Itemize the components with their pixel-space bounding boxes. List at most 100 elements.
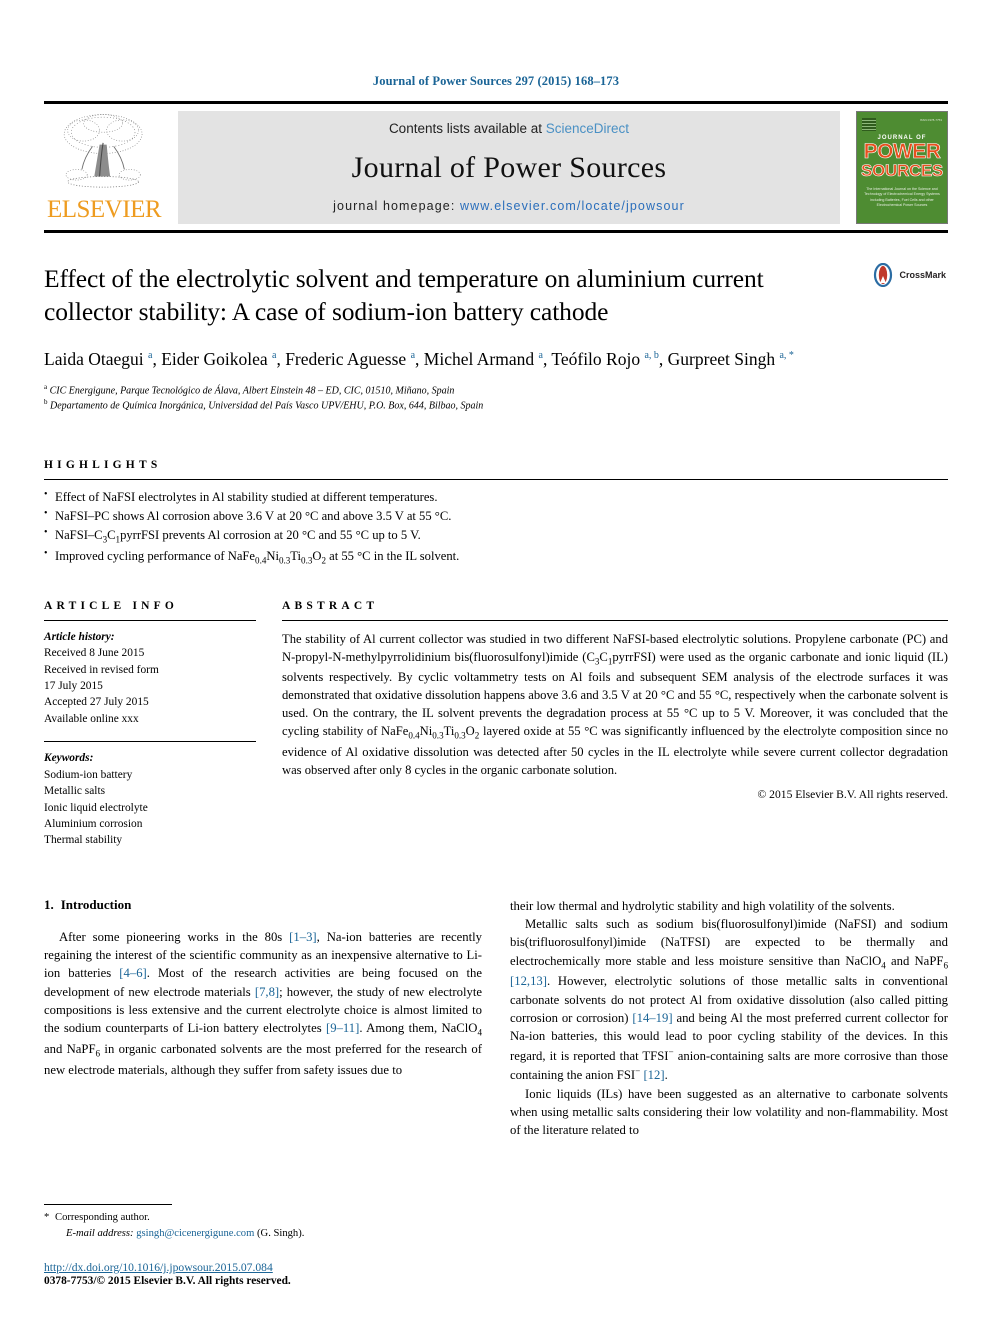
- article-history-item: Accepted 27 July 2015: [44, 696, 149, 709]
- contents-lists-line: Contents lists available at ScienceDirec…: [389, 121, 629, 136]
- intro-paragraph-1: After some pioneering works in the 80s […: [44, 929, 483, 1077]
- article-info-divider-mid: [44, 741, 256, 743]
- article-info-heading: ARTICLE INFO: [44, 599, 179, 612]
- highlights-heading: HIGHLIGHTS: [44, 458, 162, 471]
- article-info-divider-top: [44, 619, 256, 621]
- abstract-divider: [282, 619, 948, 621]
- sciencedirect-link[interactable]: ScienceDirect: [546, 121, 629, 136]
- corresponding-author-label: Corresponding author.: [55, 1212, 150, 1224]
- abstract-heading: ABSTRACT: [282, 599, 379, 612]
- highlights-section: HIGHLIGHTS Effect of NaFSI electrolytes …: [44, 459, 948, 568]
- elsevier-logo: ELSEVIER: [44, 111, 164, 224]
- journal-homepage-url[interactable]: www.elsevier.com/locate/jpowsour: [460, 199, 685, 213]
- section-number: 1.: [44, 896, 54, 912]
- email-owner: (G. Singh).: [257, 1227, 305, 1239]
- email-label: E-mail address:: [66, 1227, 134, 1239]
- running-head: Journal of Power Sources 297 (2015) 168–…: [372, 74, 620, 88]
- author-affiliation-marker: a: [538, 350, 543, 362]
- keyword-item: Aluminium corrosion: [44, 818, 143, 830]
- title-block: Effect of the electrolytic solvent and t…: [44, 263, 948, 413]
- crossmark-badge[interactable]: CrossMark: [871, 263, 946, 287]
- copyright-line: © 2015 Elsevier B.V. All rights reserved…: [757, 787, 948, 801]
- masthead-center: Contents lists available at ScienceDirec…: [178, 111, 840, 224]
- affiliation: b Departamento de Química Inorgánica, Un…: [44, 397, 484, 412]
- abstract-column: ABSTRACT The stability of Al current col…: [282, 600, 948, 849]
- doi-link[interactable]: http://dx.doi.org/10.1016/j.jpowsour.201…: [44, 1261, 482, 1274]
- abstract-text: The stability of Al current collector wa…: [282, 631, 948, 777]
- body-column-right: their low thermal and hydrolytic stabili…: [510, 897, 948, 1183]
- footnote-area: * Corresponding author. E-mail address: …: [44, 1204, 482, 1287]
- corresponding-author-line: * Corresponding author.: [44, 1210, 482, 1225]
- section-title: Introduction: [60, 896, 132, 912]
- author: Gurpreet Singh a, *: [667, 349, 794, 370]
- article-history-item: Received 8 June 2015: [44, 647, 145, 660]
- author: Eider Goikolea a: [161, 349, 277, 370]
- highlight-item: NaFSI–C3C1pyrrFSI prevents Al corrosion …: [44, 525, 948, 547]
- introduction-heading: 1. Introduction: [44, 897, 482, 913]
- author-affiliation-marker: a: [271, 350, 277, 362]
- intro-paragraph-3: Ionic liquids (ILs) have been suggested …: [510, 1086, 948, 1138]
- article-history-item: 17 July 2015: [44, 680, 103, 693]
- journal-title: Journal of Power Sources: [351, 150, 667, 184]
- author: Laida Otaegui a: [44, 349, 153, 370]
- intro-paragraph-1-continued: their low thermal and hydrolytic stabili…: [510, 898, 895, 913]
- keyword-item: Thermal stability: [44, 834, 123, 847]
- cover-issn-text: ISSN 0378-7753: [919, 118, 942, 122]
- cover-power-label: POWER: [863, 140, 941, 163]
- article-page: Journal of Power Sources 297 (2015) 168–…: [0, 0, 992, 1323]
- author-affiliation-marker: a: [410, 350, 416, 362]
- affiliation-marker: a: [44, 383, 48, 392]
- cover-sources-label: SOURCES: [861, 160, 944, 180]
- elsevier-wordmark: ELSEVIER: [46, 196, 162, 223]
- affiliation: a CIC Energigune, Parque Tecnológico de …: [44, 383, 455, 397]
- article-history-block: Article history: Received 8 June 2015 Rec…: [44, 629, 256, 728]
- highlights-list: Effect of NaFSI electrolytes in Al stabi…: [44, 487, 948, 568]
- article-history-label: Article history:: [44, 630, 115, 643]
- highlights-divider: [44, 478, 948, 480]
- corresponding-author-marker: *: [44, 1212, 50, 1224]
- highlight-item: Effect of NaFSI electrolytes in Al stabi…: [44, 487, 948, 507]
- affiliation-list: a CIC Energigune, Parque Tecnológico de …: [44, 383, 948, 413]
- cover-top-row: ISSN 0378-7753: [857, 118, 947, 131]
- highlight-item: Improved cycling performance of NaFe0.4N…: [44, 546, 948, 568]
- email-line: E-mail address: gsingh@cicenergigune.com…: [44, 1226, 482, 1241]
- article-info-column: ARTICLE INFO Article history: Received 8…: [44, 600, 256, 849]
- cover-subtitle: The International Journal on the Science…: [864, 186, 940, 208]
- doi-block: http://dx.doi.org/10.1016/j.jpowsour.201…: [44, 1261, 482, 1287]
- author: Frederic Aguesse a: [285, 349, 416, 370]
- author: Teófilo Rojo a, b: [551, 349, 659, 370]
- author-affiliation-marker: a, b: [644, 350, 659, 362]
- email-link[interactable]: gsingh@cicenergigune.com: [136, 1228, 254, 1239]
- article-history-lines: Received 8 June 2015 Received in revised …: [44, 645, 256, 727]
- keyword-item: Sodium-ion battery: [44, 768, 133, 781]
- cover-elsevier-mark-icon: [862, 118, 876, 131]
- keywords-block: Keywords: Sodium-ion battery Metallic sal…: [44, 750, 256, 849]
- article-history-item: Available online xxx: [44, 712, 139, 725]
- crossmark-icon: [874, 263, 893, 287]
- crossmark-label: CrossMark: [899, 270, 946, 280]
- journal-homepage-line: journal homepage: www.elsevier.com/locat…: [333, 199, 685, 213]
- keyword-item: Metallic salts: [44, 785, 106, 798]
- journal-masthead: ELSEVIER Contents lists available at Sci…: [44, 101, 948, 233]
- body-columns: 1. Introduction After some pioneering wor…: [44, 897, 948, 1183]
- keyword-item: Ionic liquid electrolyte: [44, 801, 148, 814]
- intro-paragraph-2: Metallic salts such as sodium bis(fluoro…: [510, 917, 948, 1083]
- author-affiliation-marker: a, *: [779, 350, 794, 362]
- affiliation-marker: b: [44, 397, 48, 406]
- body-column-left: 1. Introduction After some pioneering wor…: [44, 897, 482, 1183]
- elsevier-tree-icon: [63, 114, 143, 188]
- keywords-lines: Sodium-ion battery Metallic salts Ionic li…: [44, 767, 256, 849]
- issn-copyright-line: 0378-7753/© 2015 Elsevier B.V. All right…: [44, 1275, 291, 1287]
- homepage-prefix: journal homepage:: [333, 199, 460, 213]
- info-abstract-row: ARTICLE INFO Article history: Received 8…: [44, 600, 948, 849]
- article-history-item: Received in revised form: [44, 663, 159, 676]
- footnote-divider: [44, 1204, 172, 1206]
- keywords-label: Keywords:: [44, 752, 94, 765]
- author: Michel Armand a: [423, 349, 543, 370]
- author-affiliation-marker: a: [147, 350, 153, 362]
- page-title: Effect of the electrolytic solvent and t…: [44, 264, 764, 326]
- contents-prefix: Contents lists available at: [388, 121, 546, 136]
- highlight-item: NaFSI–PC shows Al corrosion above 3.6 V …: [44, 506, 948, 526]
- author-list: Laida Otaegui a, Eider Goikolea a, Frede…: [44, 349, 794, 370]
- journal-cover-thumbnail: ISSN 0378-7753 JOURNAL OF POWER SOURCES …: [856, 111, 948, 224]
